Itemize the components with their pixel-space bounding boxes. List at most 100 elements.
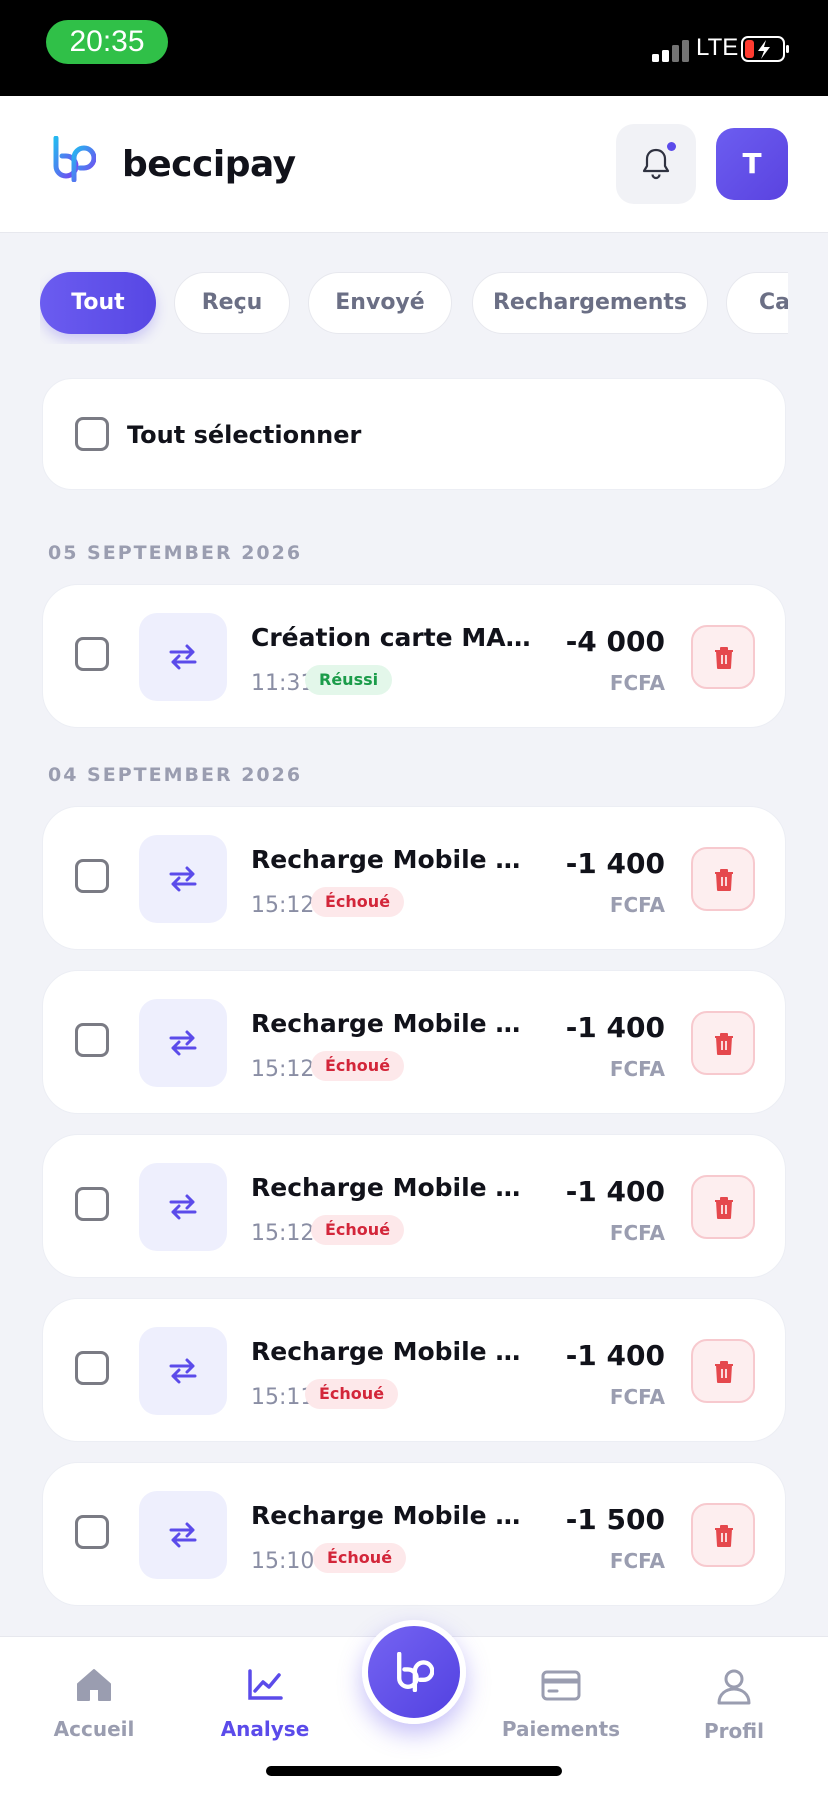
beccipay-logo-icon: [53, 136, 96, 182]
network-label: LTE: [696, 34, 739, 61]
tab-home[interactable]: Accueil: [24, 1667, 164, 1741]
status-time: 20:35: [46, 20, 168, 64]
transaction-time: 15:10: [251, 1549, 315, 1574]
avatar[interactable]: T: [716, 128, 788, 200]
transaction-amount: -1 500: [565, 1503, 665, 1536]
tab-payments[interactable]: Paiements: [491, 1667, 631, 1741]
transaction-card[interactable]: Recharge Mobile Money 15:11 Échoué -1 40…: [42, 1298, 786, 1442]
filter-chips: Tout Reçu Envoyé Rechargements Ca: [40, 270, 788, 344]
transaction-title: Recharge Mobile Money: [251, 1009, 543, 1038]
transaction-amount: -1 400: [565, 1175, 665, 1208]
transaction-icon-box: [139, 999, 227, 1087]
transaction-card[interactable]: Recharge Mobile Money 15:12 Échoué -1 40…: [42, 970, 786, 1114]
transaction-checkbox[interactable]: [75, 1351, 109, 1385]
trash-icon: [715, 647, 733, 669]
bell-icon: [642, 148, 670, 180]
transaction-checkbox[interactable]: [75, 859, 109, 893]
transaction-card[interactable]: Recharge Mobile Money 15:10 Échoué -1 50…: [42, 1462, 786, 1606]
transaction-time: 15:12: [251, 1221, 315, 1246]
select-all-card[interactable]: Tout sélectionner: [42, 378, 786, 490]
battery-icon: [741, 36, 789, 62]
transaction-time: 15:12: [251, 1057, 315, 1082]
card-icon: [541, 1670, 581, 1701]
status-badge: Échoué: [311, 1051, 405, 1081]
filter-chip-received[interactable]: Reçu: [174, 272, 290, 334]
transaction-currency: FCFA: [609, 1057, 665, 1081]
transaction-title: Recharge Mobile Money: [251, 1337, 543, 1366]
user-icon: [717, 1669, 751, 1705]
transaction-icon-box: [139, 1327, 227, 1415]
transfer-arrows-icon: [169, 644, 197, 670]
trash-icon: [715, 1361, 733, 1383]
delete-button[interactable]: [691, 1339, 755, 1403]
brand-name: beccipay: [122, 144, 296, 185]
transaction-currency: FCFA: [609, 1549, 665, 1573]
tab-profile[interactable]: Profil: [664, 1667, 804, 1743]
trash-icon: [715, 1197, 733, 1219]
transaction-amount: -1 400: [565, 847, 665, 880]
delete-button[interactable]: [691, 1011, 755, 1075]
transaction-title: Recharge Mobile Money: [251, 1173, 543, 1202]
notifications-button[interactable]: [616, 124, 696, 204]
status-badge: Échoué: [305, 1379, 399, 1409]
transaction-card[interactable]: Recharge Mobile Money 15:12 Échoué -1 40…: [42, 806, 786, 950]
transaction-checkbox[interactable]: [75, 637, 109, 671]
tab-home-label: Accueil: [53, 1717, 135, 1741]
transaction-icon-box: [139, 613, 227, 701]
transaction-amount: -4 000: [565, 625, 665, 658]
transaction-card[interactable]: Création carte MASTERCARD 11:31 Réussi -…: [42, 584, 786, 728]
transaction-time: 15:12: [251, 893, 315, 918]
date-header: 05 SEPTEMBER 2026: [48, 542, 303, 564]
transaction-title: Création carte MASTERCARD: [251, 623, 543, 652]
status-badge: Réussi: [305, 665, 393, 695]
beccipay-logo-icon: [397, 1652, 434, 1692]
filter-chip-cards[interactable]: Ca: [726, 272, 788, 334]
status-badge: Échoué: [313, 1543, 407, 1573]
trash-icon: [715, 1033, 733, 1055]
trash-icon: [715, 869, 733, 891]
transaction-checkbox[interactable]: [75, 1023, 109, 1057]
tab-payments-label: Paiements: [501, 1717, 621, 1741]
filter-chip-topups[interactable]: Rechargements: [472, 272, 708, 334]
tab-profile-label: Profil: [704, 1719, 764, 1743]
transaction-icon-box: [139, 1491, 227, 1579]
transfer-arrows-icon: [169, 1030, 197, 1056]
status-badge: Échoué: [311, 1215, 405, 1245]
filter-chip-sent[interactable]: Envoyé: [308, 272, 452, 334]
transaction-card[interactable]: Recharge Mobile Money 15:12 Échoué -1 40…: [42, 1134, 786, 1278]
delete-button[interactable]: [691, 1503, 755, 1567]
transfer-arrows-icon: [169, 1194, 197, 1220]
delete-button[interactable]: [691, 625, 755, 689]
transaction-title: Recharge Mobile Money: [251, 1501, 543, 1530]
transaction-amount: -1 400: [565, 1339, 665, 1372]
transaction-checkbox[interactable]: [75, 1515, 109, 1549]
status-badge: Échoué: [311, 887, 405, 917]
transaction-currency: FCFA: [609, 1385, 665, 1409]
notification-dot: [667, 142, 676, 151]
transaction-currency: FCFA: [609, 671, 665, 695]
transaction-currency: FCFA: [609, 893, 665, 917]
transaction-amount: -1 400: [565, 1011, 665, 1044]
transaction-checkbox[interactable]: [75, 1187, 109, 1221]
signal-icon: [652, 38, 692, 62]
status-bar: 20:35 LTE: [0, 0, 828, 96]
chart-line-icon: [248, 1669, 283, 1700]
transaction-icon-box: [139, 835, 227, 923]
filter-chip-all[interactable]: Tout: [40, 272, 156, 334]
transfer-arrows-icon: [169, 1522, 197, 1548]
date-header: 04 SEPTEMBER 2026: [48, 764, 303, 786]
delete-button[interactable]: [691, 1175, 755, 1239]
transaction-icon-box: [139, 1163, 227, 1251]
home-indicator: [266, 1766, 562, 1776]
delete-button[interactable]: [691, 847, 755, 911]
tab-analysis[interactable]: Analyse: [195, 1667, 335, 1741]
select-all-checkbox[interactable]: [75, 417, 109, 451]
app-header: beccipay T: [0, 96, 828, 233]
select-all-label: Tout sélectionner: [127, 421, 362, 449]
beccipay-center-button[interactable]: [362, 1620, 466, 1724]
transfer-arrows-icon: [169, 1358, 197, 1384]
transaction-title: Recharge Mobile Money: [251, 845, 543, 874]
transaction-currency: FCFA: [609, 1221, 665, 1245]
trash-icon: [715, 1525, 733, 1547]
transfer-arrows-icon: [169, 866, 197, 892]
